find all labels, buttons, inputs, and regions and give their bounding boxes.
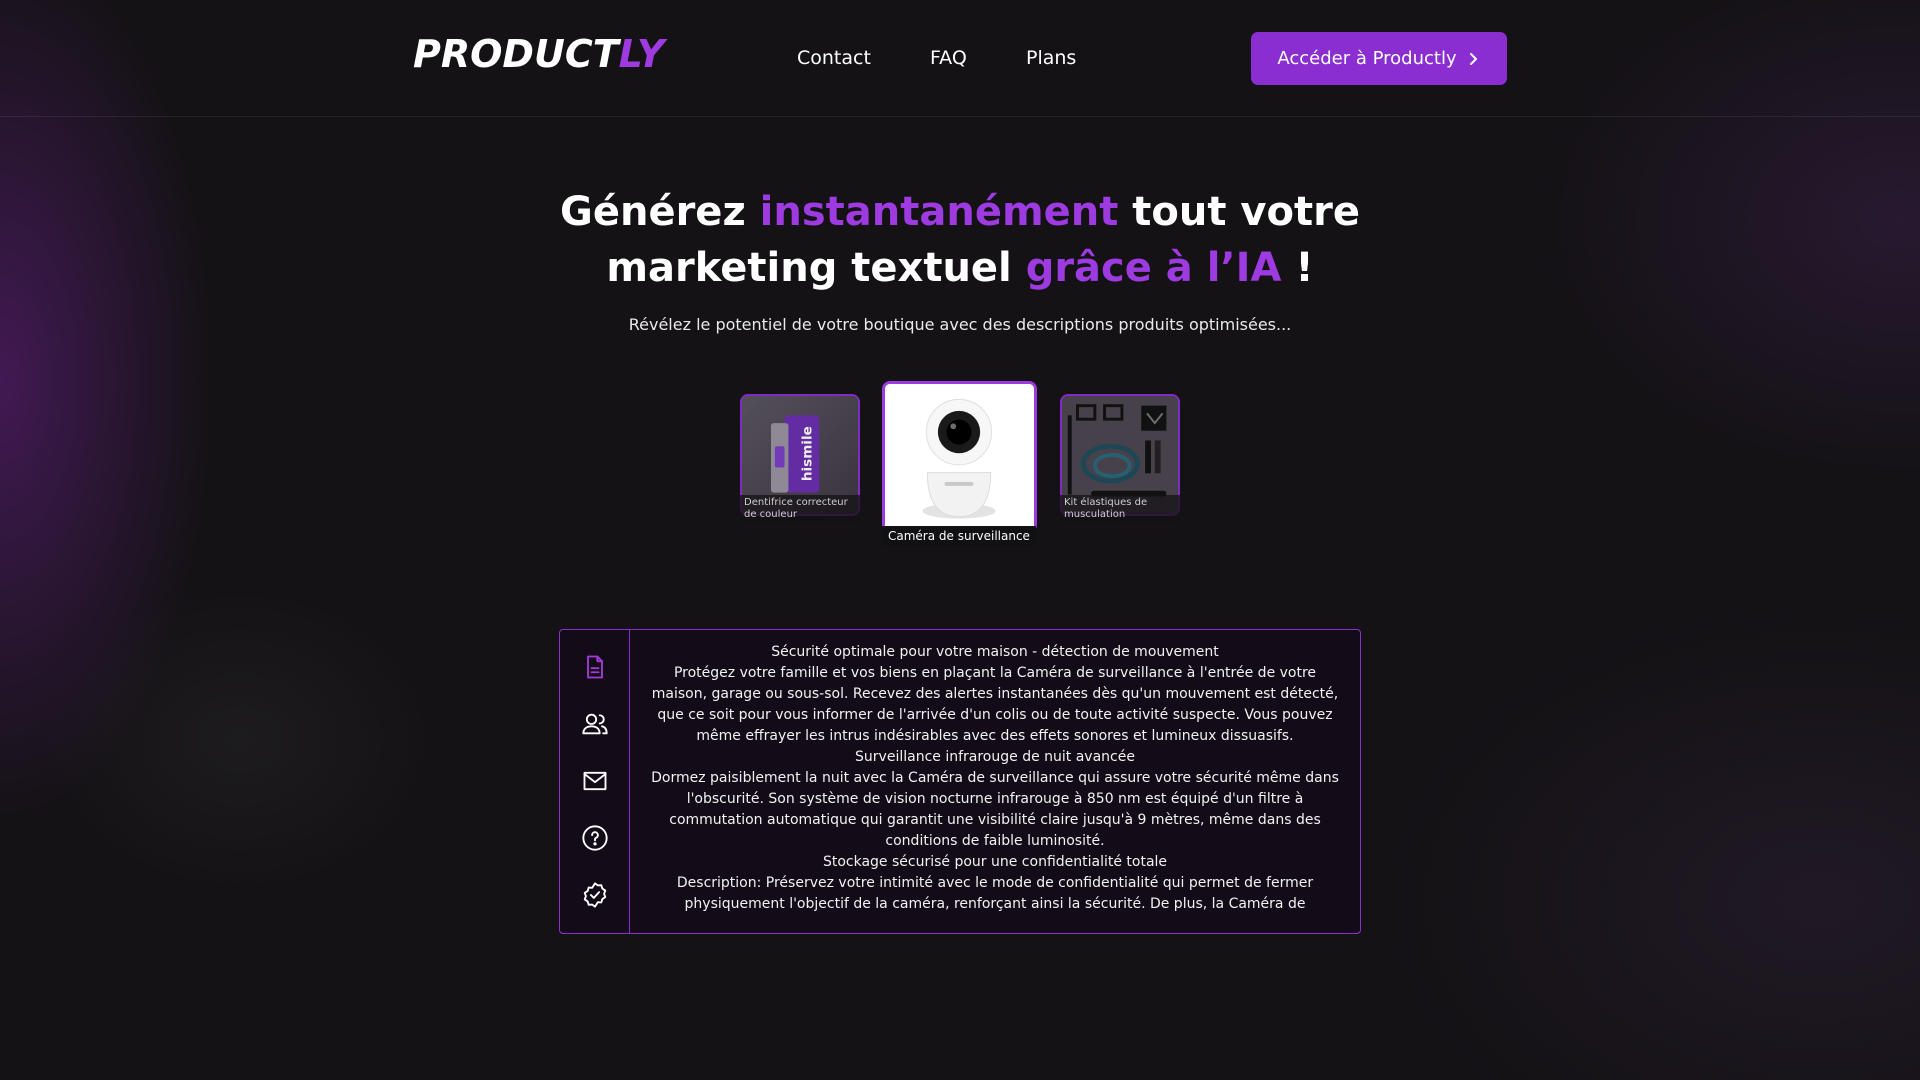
product-card-security-camera[interactable] <box>882 381 1037 533</box>
description-line: Dormez paisiblement la nuit avec la Camé… <box>651 770 1339 849</box>
document-icon <box>586 655 603 678</box>
product-caption-toothpaste: Dentifrice correcteur de couleur <box>740 495 860 523</box>
product-caption-security-camera: Caméra de surveillance <box>882 526 1036 546</box>
productly-logo[interactable]: PRODUCTLY <box>413 30 664 78</box>
faq-button[interactable] <box>575 819 615 856</box>
product-caption-resistance-bands: Kit élastiques de musculation <box>1060 495 1180 523</box>
help-circle-icon <box>581 824 608 851</box>
product-description-button[interactable] <box>575 648 615 685</box>
hero-title-highlight-1: instantanément <box>759 189 1119 235</box>
badge-check-icon <box>583 881 606 908</box>
toothpaste-brand-text: hismile <box>800 426 816 481</box>
access-productly-button[interactable]: Accéder à Productly <box>1251 32 1507 85</box>
generated-description-text: Sécurité optimale pour votre maison - dé… <box>630 630 1360 933</box>
users-icon <box>581 713 608 734</box>
logo-text-main: PRODUCT <box>413 32 619 76</box>
security-camera-product-image <box>885 384 1034 530</box>
chevron-right-icon <box>1469 52 1477 65</box>
hero-title-part-1: Générez <box>560 189 760 235</box>
top-navigation-bar: PRODUCTLY Contact FAQ Plans Accéder à Pr… <box>0 0 1920 117</box>
email-button[interactable] <box>575 762 615 799</box>
hero-title: Générez instantanément tout votre market… <box>560 184 1360 296</box>
mail-icon <box>583 771 606 790</box>
description-line: Stockage sécurisé pour une confidentiali… <box>822 854 1168 870</box>
benefits-button[interactable] <box>575 876 615 913</box>
access-productly-label: Accéder à Productly <box>1277 48 1457 69</box>
description-line: Protégez votre famille et vos biens en p… <box>651 665 1339 744</box>
nav-link-contact[interactable]: Contact <box>797 44 871 72</box>
generated-description-panel: Sécurité optimale pour votre maison - dé… <box>559 629 1361 934</box>
hero-subtitle: Révélez le potentiel de votre boutique a… <box>628 315 1292 334</box>
hero-title-part-3: ! <box>1281 245 1314 291</box>
description-line: Surveillance infrarouge de nuit avancée <box>855 749 1135 765</box>
nav-link-plans[interactable]: Plans <box>1026 44 1076 72</box>
hero-title-highlight-2: grâce à l’IA <box>1025 245 1282 291</box>
description-line: Sécurité optimale pour votre maison - dé… <box>771 644 1219 660</box>
panel-sidebar <box>560 630 630 933</box>
logo-text-accent: LY <box>618 32 665 76</box>
nav-link-faq[interactable]: FAQ <box>930 44 967 72</box>
audience-button[interactable] <box>575 705 615 742</box>
description-line: Description: Préservez votre intimité av… <box>676 875 1314 912</box>
